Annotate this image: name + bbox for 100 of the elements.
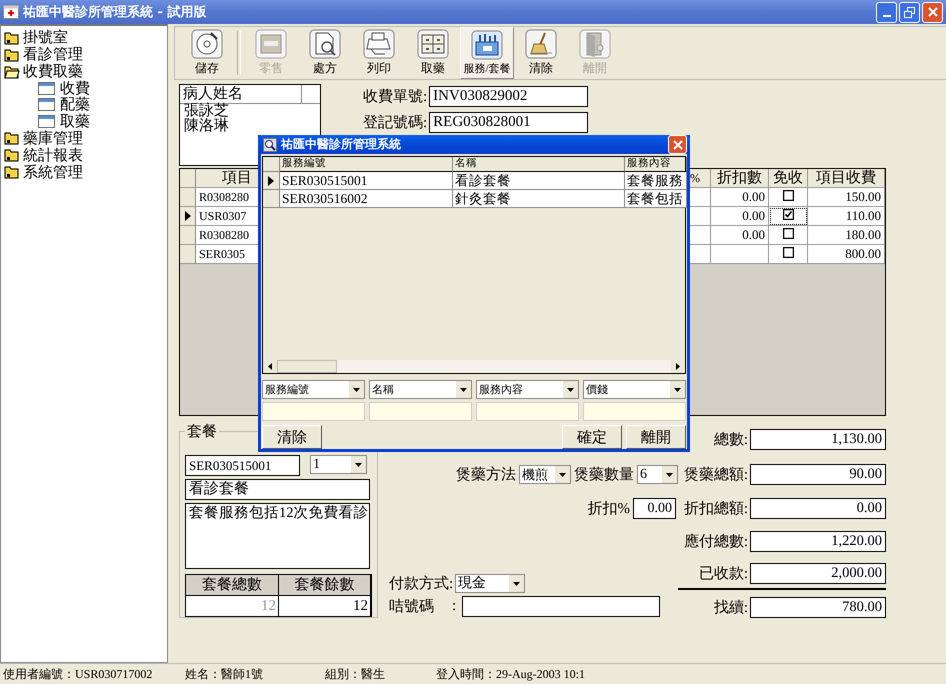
text-area[interactable]: 套餐服務包括12次免費看診 xyxy=(185,503,370,569)
checkbox[interactable] xyxy=(782,190,794,201)
table-cell: 800.00 xyxy=(808,245,885,264)
toolbar-button[interactable]: 服務/套餐 xyxy=(460,27,514,79)
text-field[interactable]: 780.00 xyxy=(750,596,886,618)
tree-item[interactable]: 收費 xyxy=(1,80,167,96)
field-label: 折扣總額: xyxy=(684,500,748,518)
close-icon xyxy=(928,7,938,17)
grid-row[interactable]: SER030516002 針灸套餐 套餐包括 xyxy=(263,190,685,208)
status-text: 組別：醫生 xyxy=(325,666,386,682)
document-magnifier-icon xyxy=(309,29,341,59)
door-icon xyxy=(579,29,611,59)
text-field[interactable]: INV030829002 xyxy=(429,86,588,107)
app-icon xyxy=(3,5,19,19)
filter-field[interactable] xyxy=(476,402,579,421)
text-field[interactable]: 0.00 xyxy=(750,498,886,519)
field-label: 應付總數: xyxy=(684,532,748,551)
field-label: 登記號碼: xyxy=(363,114,428,132)
text-field[interactable]: 90.00 xyxy=(750,464,886,485)
column-header: 套餐總數 xyxy=(186,575,279,596)
dialog-button[interactable]: 清除 xyxy=(262,425,322,449)
toolbar-button[interactable]: 清除 xyxy=(514,27,568,79)
text-field[interactable]: 看診套餐 xyxy=(185,479,370,500)
tree-item[interactable]: 收費取藥 xyxy=(1,63,167,80)
toolbar-button[interactable]: 儲存 xyxy=(180,27,234,79)
caret-icon xyxy=(662,466,677,483)
checkbox[interactable] xyxy=(782,209,794,220)
text-field[interactable]: 1,130.00 xyxy=(750,429,886,450)
window-title: 祐匯中醫診所管理系統 - 試用版 xyxy=(23,4,206,21)
filter-field[interactable] xyxy=(369,402,472,421)
row-selector[interactable] xyxy=(263,172,280,190)
toolbar-button[interactable]: 處方 xyxy=(298,27,352,79)
text-field[interactable]: 1,220.00 xyxy=(750,531,886,552)
filter-field[interactable] xyxy=(583,402,686,421)
field-label: : xyxy=(452,598,456,614)
grid-row[interactable]: SER030515001 看診套餐 套餐服務 xyxy=(263,172,685,190)
printer-icon xyxy=(363,29,395,59)
horizontal-scrollbar[interactable] xyxy=(263,360,685,373)
list-item[interactable]: 陳洛琳 xyxy=(180,119,300,134)
close-button[interactable] xyxy=(668,135,687,154)
list-item[interactable]: 張詠芝 xyxy=(180,104,300,119)
tree-item[interactable]: 統計報表 xyxy=(1,146,167,164)
payment-dropdown[interactable]: 現金 xyxy=(455,574,526,592)
filter-dropdown[interactable]: 價錢 xyxy=(583,380,686,399)
toolbar-button[interactable]: 列印 xyxy=(352,27,406,79)
row-selector[interactable] xyxy=(180,207,196,226)
drawer-icon xyxy=(417,29,449,59)
field-label: 找續: xyxy=(714,598,748,616)
dialog-button[interactable]: 確定 xyxy=(562,425,622,449)
text-field[interactable]: REG030828001 xyxy=(429,112,588,133)
field-label: 煲藥數量 xyxy=(574,466,634,484)
caret-icon xyxy=(555,466,570,483)
filter-dropdown[interactable]: 服務內容 xyxy=(476,380,579,399)
dialog-button[interactable]: 離開 xyxy=(626,425,686,449)
toolbar-button[interactable]: 取藥 xyxy=(406,27,460,79)
text-field[interactable] xyxy=(462,596,660,616)
restore-button[interactable] xyxy=(899,2,920,22)
field-label: 煲藥總額: xyxy=(684,466,748,484)
caret-icon xyxy=(670,381,685,398)
filter-dropdown[interactable]: 名稱 xyxy=(369,380,472,399)
status-text: 登入時間：29-Aug-2003 10:1 xyxy=(436,666,585,682)
tree-item[interactable]: 系統管理 xyxy=(1,164,167,180)
field-label: 已收款: xyxy=(698,564,748,582)
filter-dropdown[interactable]: 服務編號 xyxy=(262,380,365,399)
field-label: 咭號碼 xyxy=(389,598,434,616)
count-dropdown[interactable]: 1 xyxy=(310,455,367,474)
tree-item[interactable]: 配藥 xyxy=(1,96,167,113)
minimize-icon xyxy=(882,15,890,17)
checkbox[interactable] xyxy=(782,228,794,239)
close-icon xyxy=(672,140,682,150)
checkbox[interactable] xyxy=(782,247,794,258)
caret-icon xyxy=(456,381,471,398)
filter-field[interactable] xyxy=(262,402,365,421)
column-header: 套餐餘數 xyxy=(279,575,371,596)
caret-icon xyxy=(351,456,366,473)
group-title: 套餐 xyxy=(186,422,218,441)
tree-item[interactable]: 藥庫管理 xyxy=(1,130,167,146)
status-text: 姓名：醫師1號 xyxy=(185,666,264,682)
minimize-button[interactable] xyxy=(876,2,897,22)
tree-item[interactable]: 掛號室 xyxy=(1,29,167,46)
text-field[interactable]: 0.00 xyxy=(633,498,676,519)
scroll-thumb[interactable] xyxy=(277,360,337,373)
close-button[interactable] xyxy=(922,2,943,22)
caret-icon xyxy=(349,381,364,398)
field-label: 折扣% xyxy=(588,500,630,518)
form-icon xyxy=(38,114,55,128)
field-label: 收費單號: xyxy=(363,88,428,106)
tree-item[interactable]: 取藥 xyxy=(1,113,167,130)
receipt-icon xyxy=(255,29,287,59)
row-pointer-icon xyxy=(184,211,190,221)
text-field[interactable]: 2,000.00 xyxy=(750,562,886,584)
text-field[interactable]: SER030515001 xyxy=(185,455,300,476)
tree-item[interactable]: 看診管理 xyxy=(1,46,167,63)
broom-icon xyxy=(525,29,557,59)
method-dropdown[interactable]: 機煎 xyxy=(519,465,571,484)
toolbox-icon xyxy=(471,30,503,60)
field-label: 總數: xyxy=(714,430,748,449)
quantity-dropdown[interactable]: 6 xyxy=(637,465,678,484)
form-icon xyxy=(38,98,55,112)
caret-icon xyxy=(509,574,524,592)
